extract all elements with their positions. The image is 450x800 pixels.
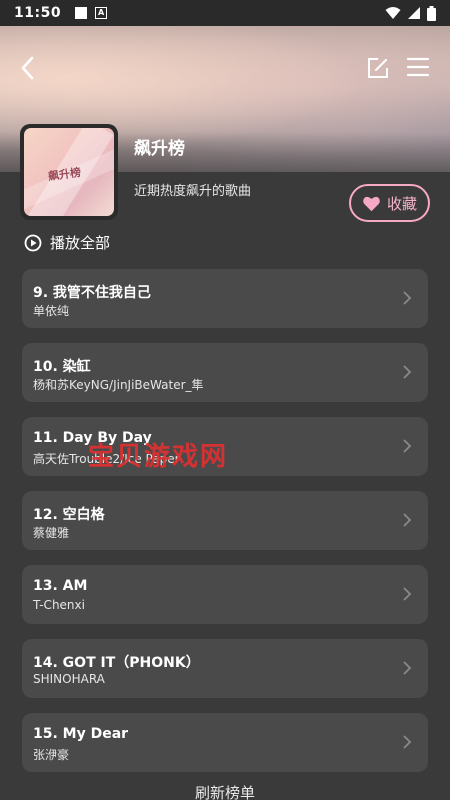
battery-icon	[427, 5, 436, 21]
song-item[interactable]: 9. 我管不住我自己 单依纯	[22, 269, 428, 328]
status-bar: 11:50 A	[0, 0, 450, 26]
song-artist: T-Chenxi	[33, 598, 85, 612]
song-artist: 蔡健雅	[33, 526, 70, 540]
playlist-title: 飙升榜	[134, 139, 185, 159]
collect-label: 收藏	[386, 194, 417, 213]
chevron-right-icon	[403, 735, 412, 749]
play-all-label: 播放全部	[50, 234, 111, 252]
song-artist: 杨和苏KeyNG/JinJiBeWater_隼	[33, 378, 204, 392]
play-circle-icon	[24, 234, 42, 251]
playlist-description: 近期热度飙升的歌曲	[134, 184, 252, 199]
status-indicators	[385, 5, 436, 21]
song-artist: 张洢豪	[33, 748, 70, 762]
song-title: 11. Day By Day	[33, 430, 152, 446]
song-item[interactable]: 13. AM T-Chenxi	[22, 565, 428, 624]
song-item[interactable]: 15. My Dear 张洢豪	[22, 713, 428, 772]
song-title: 15. My Dear	[33, 726, 129, 742]
collect-button[interactable]: 收藏	[349, 184, 430, 222]
status-time: 11:50	[14, 5, 62, 21]
heart-icon	[363, 196, 380, 211]
cover-text: 飙升榜	[47, 165, 82, 184]
song-title: 13. AM	[33, 578, 88, 594]
signal-icon	[408, 7, 420, 19]
chevron-right-icon	[403, 439, 412, 453]
chevron-right-icon	[403, 365, 412, 379]
refresh-chart-button[interactable]: 刷新榜单	[0, 782, 450, 800]
song-item[interactable]: 10. 染缸 杨和苏KeyNG/JinJiBeWater_隼	[22, 343, 428, 402]
chevron-right-icon	[403, 513, 412, 527]
song-item[interactable]: 14. GOT IT（PHONK） SHINOHARA	[22, 639, 428, 698]
chevron-right-icon	[403, 291, 412, 305]
song-artist: 单依纯	[33, 304, 70, 318]
play-all-button[interactable]: 播放全部	[24, 232, 110, 253]
menu-icon[interactable]	[406, 56, 430, 78]
song-title: 10. 染缸	[33, 359, 91, 375]
wifi-icon	[385, 7, 401, 19]
playlist-cover: 飙升榜	[20, 124, 118, 220]
edit-icon[interactable]	[366, 56, 390, 80]
song-title: 12. 空白格	[33, 507, 105, 523]
app-notification-icon: A	[95, 7, 108, 19]
song-artist: SHINOHARA	[33, 672, 105, 686]
back-chevron-icon[interactable]	[18, 56, 38, 80]
song-artist: 高天佐Trouble2/Ice Paper	[33, 452, 180, 466]
chevron-right-icon	[403, 587, 412, 601]
notification-icon	[75, 7, 88, 19]
cover-artwork: 飙升榜	[24, 128, 114, 216]
song-title: 14. GOT IT（PHONK）	[33, 655, 200, 671]
chevron-right-icon	[403, 661, 412, 675]
song-item[interactable]: 11. Day By Day 高天佐Trouble2/Ice Paper	[22, 417, 428, 476]
song-item[interactable]: 12. 空白格 蔡健雅	[22, 491, 428, 550]
song-title: 9. 我管不住我自己	[33, 285, 151, 301]
